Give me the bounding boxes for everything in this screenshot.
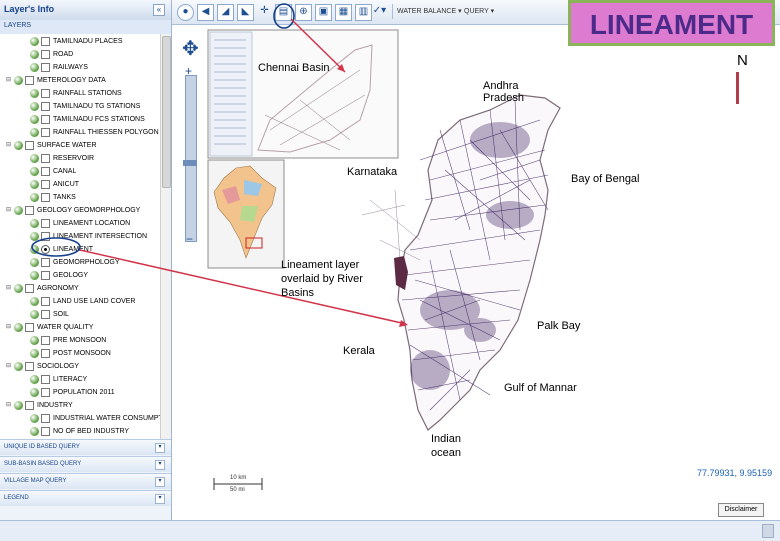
zoom-slider[interactable] [185, 75, 197, 242]
label-lineament-note: Lineament layer overlaid by River Basins [281, 259, 363, 299]
label-karnataka: Karnataka [347, 166, 398, 178]
zoom-out-icon[interactable]: − [186, 232, 193, 246]
status-bar [0, 520, 780, 541]
label-bay-of-bengal: Bay of Bengal [571, 173, 640, 185]
label-indian-ocean: Indian ocean [431, 433, 461, 459]
scale-label-bottom: 50 mi [230, 487, 245, 493]
north-arrow-icon [736, 72, 739, 104]
toolbar-highlight-ring [273, 3, 295, 29]
layer-highlight-ring [31, 237, 81, 257]
scale-label-top: 10 km [230, 475, 247, 481]
label-chennai-basin: Chennai Basin [258, 62, 330, 74]
resize-grip-icon[interactable] [762, 524, 774, 538]
zoom-slider-knob[interactable] [183, 160, 197, 166]
map-title: LINEAMENT [589, 9, 754, 40]
pan-control-icon[interactable]: ✥ [182, 36, 199, 61]
overview-layer-list [209, 31, 253, 157]
map-drawing [31, 3, 561, 490]
label-palk-bay: Palk Bay [537, 320, 581, 332]
cursor-coordinates: 77.79931, 9.95159 [697, 468, 773, 478]
disclaimer-button[interactable]: Disclaimer [718, 503, 764, 517]
label-andhra-pradesh: Andhra Pradesh [483, 80, 524, 104]
label-gulf-of-mannar: Gulf of Mannar [504, 382, 577, 394]
label-kerala: Kerala [343, 345, 375, 357]
map-title-badge: LINEAMENT [568, 0, 775, 46]
north-label: N [737, 52, 748, 69]
